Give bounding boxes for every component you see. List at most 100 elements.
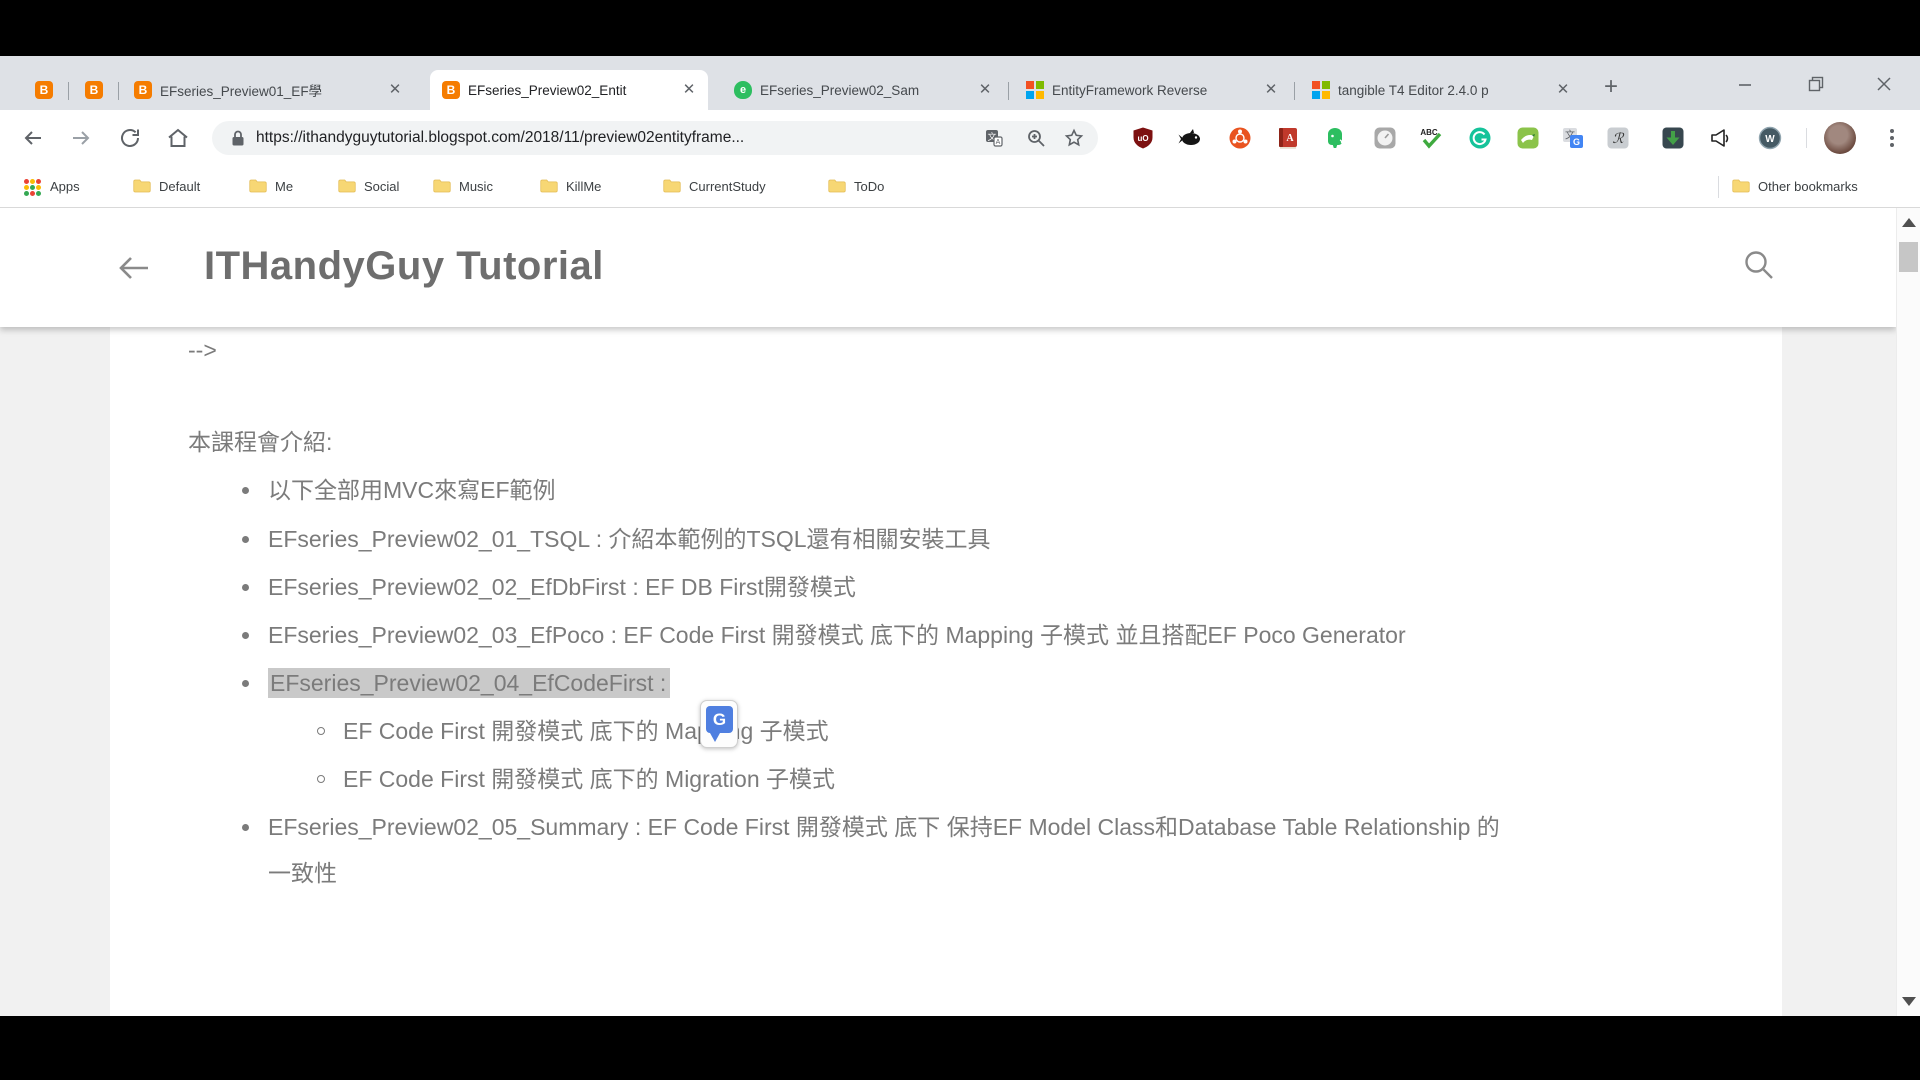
orange-circle-icon[interactable] xyxy=(1228,126,1252,150)
tab-tangible-t4-editor[interactable]: tangible T4 Editor 2.4.0 p ✕ xyxy=(1300,70,1582,110)
bookmark-folder-killme[interactable]: KillMe xyxy=(566,166,601,208)
folder-icon xyxy=(133,178,151,194)
address-bar[interactable]: https://ithandyguytutorial.blogspot.com/… xyxy=(212,121,1098,155)
green-card-icon[interactable] xyxy=(1516,126,1540,150)
blogger-icon: B xyxy=(134,81,152,99)
bookmark-folder-default[interactable]: Default xyxy=(159,166,200,208)
tab-close-icon[interactable]: ✕ xyxy=(1262,81,1280,99)
svg-text:ABC: ABC xyxy=(1420,128,1438,137)
svg-text:G: G xyxy=(1573,137,1580,147)
post-bullet: EFseries_Preview02_03_EfPoco : EF Code F… xyxy=(268,619,1406,651)
profile-avatar[interactable] xyxy=(1824,122,1856,154)
page-scrollbar[interactable] xyxy=(1896,208,1920,1016)
scrollbar-up-arrow[interactable] xyxy=(1902,218,1916,227)
bullet-dot xyxy=(242,680,249,687)
scrollbar-down-arrow[interactable] xyxy=(1902,997,1916,1006)
translate-page-icon[interactable]: 文A xyxy=(984,128,1004,148)
tab-title: EFseries_Preview02_Entit xyxy=(468,83,672,98)
ublock-origin-icon[interactable]: uO xyxy=(1131,126,1155,150)
back-button[interactable] xyxy=(19,124,47,152)
tab-close-icon[interactable]: ✕ xyxy=(976,81,994,99)
apps-grid-icon[interactable] xyxy=(24,179,41,196)
line-text: EF Code First 開發模式 底下的 Mapping 子模式 xyxy=(343,718,829,744)
reload-button[interactable] xyxy=(116,124,144,152)
pinned-tab-blogger-2[interactable]: B xyxy=(72,70,116,110)
tab-separator xyxy=(1008,82,1009,100)
bullet-dot xyxy=(242,824,249,831)
bookmarks-divider xyxy=(1718,176,1719,198)
tab-efseries-preview02-active[interactable]: B EFseries_Preview02_Entit ✕ xyxy=(430,70,708,110)
post-line-continuation: 一致性 xyxy=(268,857,337,889)
translate-popup-button[interactable]: G xyxy=(700,700,738,748)
svg-text:A: A xyxy=(1286,133,1294,144)
spellcheck-icon[interactable]: ABC xyxy=(1420,126,1444,150)
tab-close-icon[interactable]: ✕ xyxy=(386,81,404,99)
tab-strip: B B B EFseries_Preview01_EF學 ✕ B EFserie… xyxy=(0,56,1920,110)
sub-bullet-circle xyxy=(317,775,325,783)
window-minimize-button[interactable] xyxy=(1725,70,1765,98)
download-arrow-icon[interactable] xyxy=(1661,126,1685,150)
clock-icon[interactable] xyxy=(1373,126,1397,150)
bookmarks-bar: Apps Default Me Social Music KillMe Curr… xyxy=(0,166,1920,208)
script-r-icon[interactable]: ℛ xyxy=(1606,126,1630,150)
w-circle-icon[interactable]: W xyxy=(1758,126,1782,150)
bookmark-folder-currentstudy[interactable]: CurrentStudy xyxy=(689,166,766,208)
bookmark-folder-me[interactable]: Me xyxy=(275,166,293,208)
dictionary-book-icon[interactable]: A xyxy=(1276,126,1300,150)
blog-header: ITHandyGuy Tutorial xyxy=(0,208,1896,327)
forward-button[interactable] xyxy=(67,124,95,152)
fish-icon[interactable] xyxy=(1178,126,1202,150)
post-sub-bullet: EF Code First 開發模式 底下的 Migration 子模式 xyxy=(343,763,835,795)
tab-separator xyxy=(68,82,69,100)
tab-close-icon[interactable]: ✕ xyxy=(680,81,698,99)
new-tab-button[interactable]: + xyxy=(1604,74,1618,100)
google-translate-icon[interactable]: 文G xyxy=(1561,126,1585,150)
browser-window: B B B EFseries_Preview01_EF學 ✕ B EFserie… xyxy=(0,56,1920,1016)
line-text: --> xyxy=(188,337,217,363)
microsoft-icon xyxy=(1312,81,1330,99)
post-line: --> xyxy=(188,334,217,366)
bullet-dot xyxy=(242,536,249,543)
google-translate-icon: G xyxy=(706,706,733,733)
tab-title: EFseries_Preview02_Sam xyxy=(760,83,968,98)
other-bookmarks[interactable]: Other bookmarks xyxy=(1758,166,1858,208)
window-restore-button[interactable] xyxy=(1796,70,1836,98)
tab-efseries-preview02-sam[interactable]: e EFseries_Preview02_Sam ✕ xyxy=(722,70,1004,110)
bullet-dot xyxy=(242,487,249,494)
megaphone-icon[interactable] xyxy=(1708,126,1732,150)
evernote-icon[interactable] xyxy=(1323,126,1347,150)
home-button[interactable] xyxy=(164,124,192,152)
folder-icon xyxy=(663,178,681,194)
tab-close-icon[interactable]: ✕ xyxy=(1554,81,1572,99)
url-text[interactable]: https://ithandyguytutorial.blogspot.com/… xyxy=(256,121,744,155)
post-bullet: EFseries_Preview02_02_EfDbFirst : EF DB … xyxy=(268,571,856,603)
svg-text:A: A xyxy=(996,139,1001,146)
tab-separator xyxy=(118,82,119,100)
window-close-button[interactable] xyxy=(1864,70,1904,98)
post-bullet-selected: EFseries_Preview02_04_EfCodeFirst : xyxy=(268,667,670,699)
bookmark-folder-todo[interactable]: ToDo xyxy=(854,166,884,208)
back-arrow-icon[interactable] xyxy=(116,250,152,286)
scrollbar-thumb[interactable] xyxy=(1899,242,1918,272)
zoom-page-icon[interactable] xyxy=(1026,128,1046,148)
tab-separator xyxy=(1294,82,1295,100)
folder-icon xyxy=(338,178,356,194)
lock-icon[interactable] xyxy=(228,128,248,148)
translate-tail xyxy=(710,733,720,742)
post-bullet: 以下全部用MVC來寫EF範例 xyxy=(268,474,556,506)
svg-text:W: W xyxy=(1765,134,1775,145)
tab-efseries-preview01[interactable]: B EFseries_Preview01_EF學 ✕ xyxy=(122,70,414,110)
bookmark-folder-music[interactable]: Music xyxy=(459,166,493,208)
grammarly-icon[interactable] xyxy=(1468,126,1492,150)
chrome-menu-icon[interactable] xyxy=(1882,124,1902,152)
sub-bullet-circle xyxy=(317,727,325,735)
bookmark-apps[interactable]: Apps xyxy=(50,166,80,208)
svg-text:ℛ: ℛ xyxy=(1612,132,1624,147)
selected-text: EFseries_Preview02_04_EfCodeFirst : xyxy=(268,668,670,698)
pinned-tab-blogger-1[interactable]: B xyxy=(22,70,66,110)
bookmark-star-icon[interactable] xyxy=(1064,128,1084,148)
svg-text:uO: uO xyxy=(1137,134,1148,143)
tab-entityframework-reverse[interactable]: EntityFramework Reverse ✕ xyxy=(1014,70,1290,110)
search-icon[interactable] xyxy=(1742,248,1776,282)
bookmark-folder-social[interactable]: Social xyxy=(364,166,399,208)
